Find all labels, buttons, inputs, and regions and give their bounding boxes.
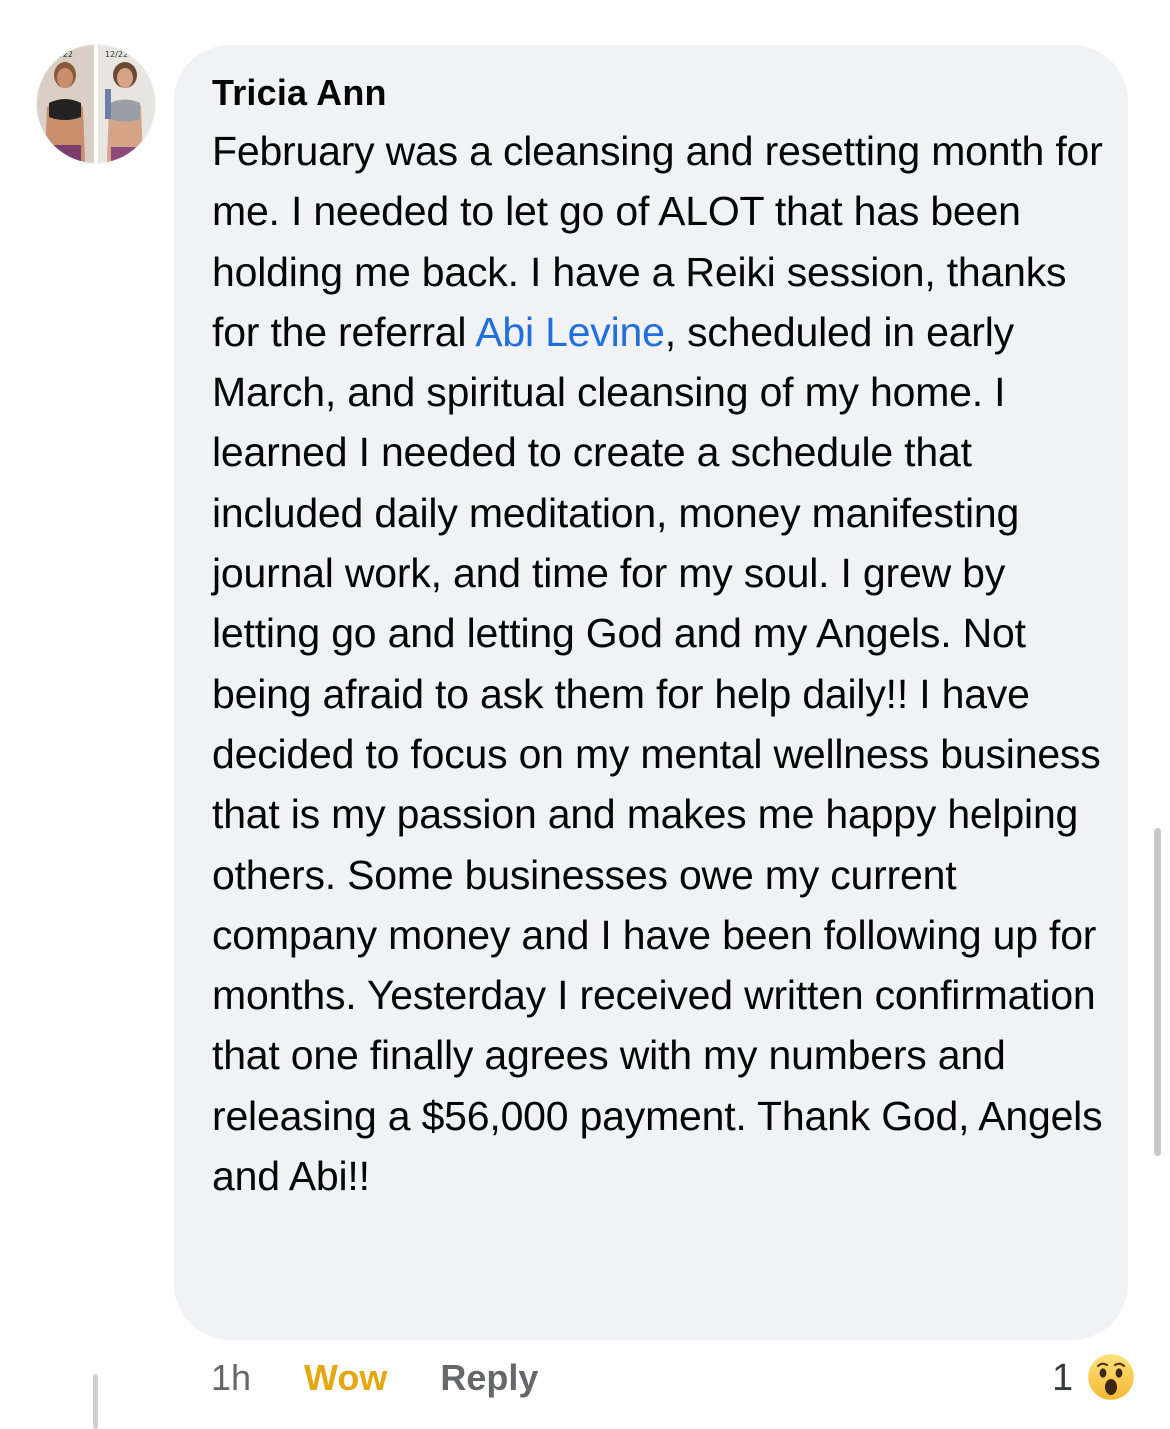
comment-text-part-2: , scheduled in early March, and spiritua… xyxy=(212,308,1103,1200)
avatar-label-right: 12/22 xyxy=(105,50,128,59)
author-avatar[interactable]: 1/22 12/22 xyxy=(37,45,155,163)
mention-link[interactable]: Abi Levine xyxy=(475,309,665,355)
avatar-before-after-photo: 1/22 12/22 xyxy=(37,45,155,163)
avatar-label-left: 1/22 xyxy=(55,50,73,59)
comment-actions: 1h Wow Reply xyxy=(211,1355,538,1401)
scrollbar[interactable] xyxy=(1154,828,1161,1156)
comment-timestamp[interactable]: 1h xyxy=(211,1355,251,1401)
comment-bubble: Tricia Ann February was a cleansing and … xyxy=(174,45,1128,1340)
reaction-button[interactable]: Wow xyxy=(304,1355,387,1401)
reply-button[interactable]: Reply xyxy=(440,1355,538,1401)
reaction-count[interactable]: 1 xyxy=(1052,1355,1073,1401)
wow-emoji-icon[interactable] xyxy=(1086,1352,1136,1402)
reply-thread-line xyxy=(93,1374,98,1429)
comment-author-name[interactable]: Tricia Ann xyxy=(212,73,1108,113)
comment-body: February was a cleansing and resetting m… xyxy=(212,121,1108,1206)
